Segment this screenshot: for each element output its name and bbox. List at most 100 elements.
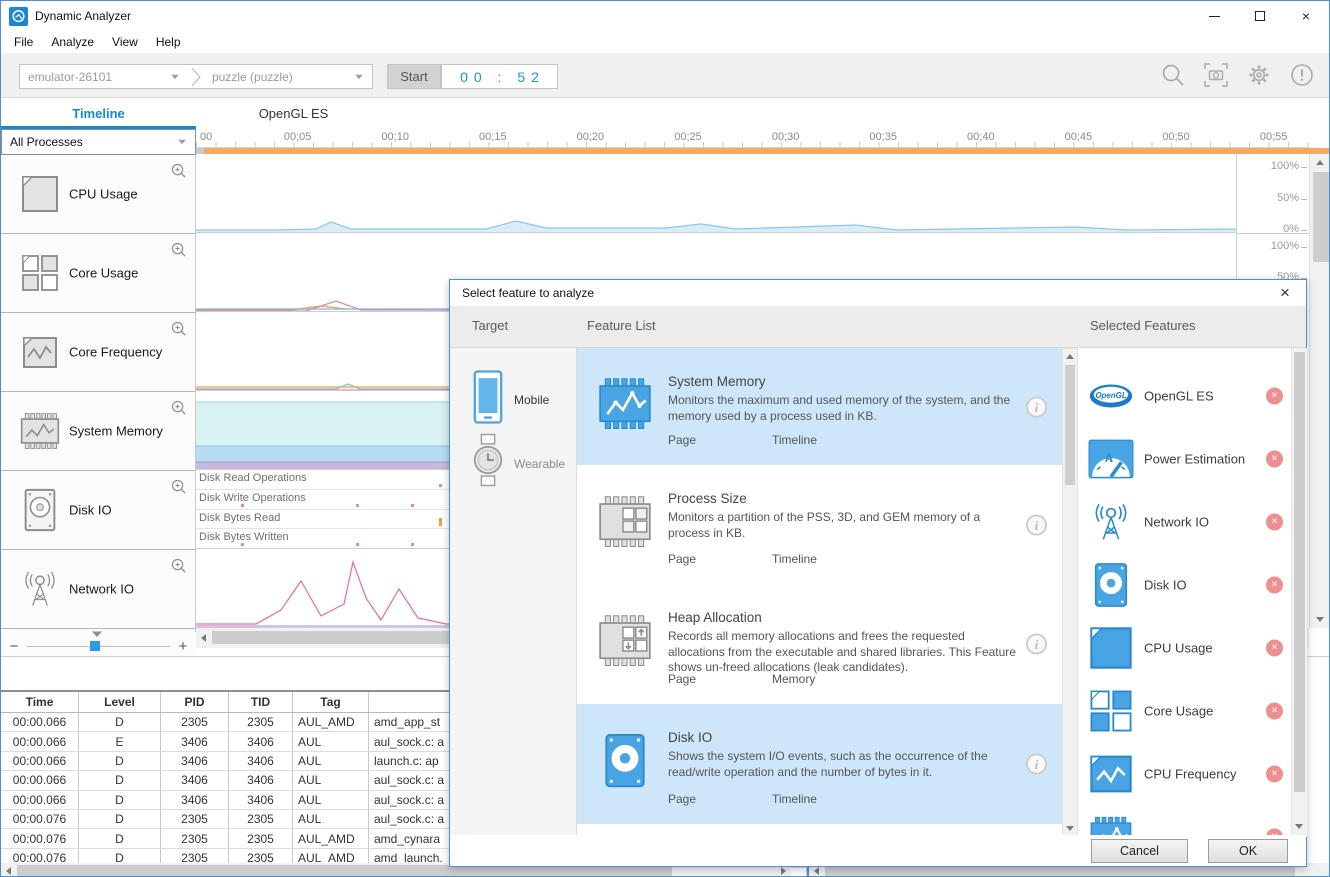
search-icon[interactable] [1160,62,1186,88]
dlog-cell: D [79,810,161,828]
target-selector-group: emulator-26101 puzzle (puzzle) [19,64,373,89]
close-button[interactable]: × [1283,1,1329,31]
selected-feature-label: Disk IO [1144,577,1187,592]
dlog-cell: AUL_AMD [293,713,369,731]
maximize-button[interactable] [1237,1,1283,31]
cancel-button[interactable]: Cancel [1091,839,1188,863]
zoom-in-icon[interactable] [170,320,187,337]
start-button[interactable]: Start [387,64,441,89]
disk-io-mark [411,543,414,546]
selected-feature-label: CPU Usage [1144,640,1213,655]
title-bar: Dynamic Analyzer × [1,1,1329,31]
settings-icon[interactable] [1246,62,1272,88]
zoom-in-icon[interactable] [170,241,187,258]
tab-opengl-es[interactable]: OpenGL ES [196,98,391,129]
scroll-down-icon[interactable] [1295,824,1303,829]
menu-item-analyze[interactable]: Analyze [42,33,103,51]
feature-item-disk-io[interactable]: Disk IOShows the system I/O events, such… [577,704,1062,824]
scrollbar-thumb[interactable] [1313,172,1329,262]
menu-item-file[interactable]: File [5,33,42,51]
sidebar-item-cpu-usage[interactable]: CPU Usage [1,155,196,234]
selected-feature-cpu-usage[interactable]: CPU Usage × [1078,616,1291,679]
dialog-footer: Cancel OK [450,835,1306,866]
target-item-mobile[interactable]: Mobile [450,368,577,432]
feature-item-system-memory[interactable]: System MemoryMonitors the maximum and us… [577,348,1062,465]
sidebar-item-disk-io[interactable]: Disk IO [1,471,196,550]
selected-feature-power-estimation[interactable]: APower Estimation× [1078,427,1291,490]
zoom-in-icon[interactable] [170,399,187,416]
ok-button[interactable]: OK [1208,839,1288,863]
device-select[interactable]: emulator-26101 [20,65,188,88]
sidebar-item-network-io[interactable]: Network IO [1,550,196,629]
disk-sub-row-label: Disk Bytes Read [199,512,280,524]
remove-icon[interactable]: × [1266,450,1283,467]
selected-feature-opengl-es[interactable]: OpenGLOpenGL ES× [1078,364,1291,427]
screenshot-icon[interactable] [1203,62,1229,88]
svg-text:i: i [1035,638,1039,652]
selected-feature-core-usage[interactable]: Core Usage× [1078,679,1291,742]
info-icon[interactable]: i [1025,513,1048,536]
zoom-in-icon[interactable] [170,557,187,574]
remove-icon[interactable]: × [1266,702,1283,719]
sidebar-item-core-usage[interactable]: Core Usage [1,234,196,313]
dialog-close-icon[interactable]: × [1274,282,1296,304]
feature-item-process-size[interactable]: Process SizeMonitors a partition of the … [577,465,1062,584]
minimize-button[interactable] [1191,1,1237,31]
about-icon[interactable] [1289,62,1315,88]
remove-icon[interactable]: × [1266,765,1283,782]
selected-feature-cpu-frequency[interactable]: CPU Frequency× [1078,742,1291,805]
scrollbar-thumb[interactable] [1294,352,1305,792]
feature-item-heap-allocation[interactable]: Heap AllocationRecords all memory alloca… [577,584,1062,704]
dlog-cell: 2305 [229,829,293,847]
scroll-left-icon[interactable] [814,867,819,875]
scrollbar-thumb[interactable] [1065,365,1075,485]
dlog-cell: 3406 [229,752,293,770]
dlog-cell: 2305 [161,810,229,828]
row-expander-icon[interactable] [90,630,104,638]
ruler-tick-label: 00;30 [772,131,800,143]
scroll-left-icon[interactable] [201,634,206,642]
remove-icon[interactable]: × [1266,576,1283,593]
menu-item-view[interactable]: View [103,33,147,51]
dlog-cell: 2305 [229,713,293,731]
tab-timeline[interactable]: Timeline [1,98,196,129]
zoom-slider-track[interactable] [27,646,170,647]
scroll-left-icon[interactable] [6,867,11,875]
scroll-right-icon[interactable] [781,867,786,875]
remove-icon[interactable]: × [1266,639,1283,656]
selected-feature-partial[interactable]: × [1078,805,1291,837]
application-select[interactable]: puzzle (puzzle) [204,65,372,88]
zoom-in-icon[interactable] [170,478,187,495]
selected-features-scrollbar[interactable] [1291,348,1307,837]
menu-item-help[interactable]: Help [147,33,190,51]
dlog-cell: 3406 [161,732,229,750]
scroll-up-icon[interactable] [1316,160,1324,165]
remove-icon[interactable]: × [1266,513,1283,530]
scroll-down-icon[interactable] [1316,617,1324,622]
svg-text:i: i [1035,518,1039,532]
time-ruler[interactable]: 0000;0500;1000;1500;2000;2500;3000;3500;… [196,129,1309,148]
zoom-slider-handle[interactable] [90,641,100,651]
zoom-in-icon[interactable] [170,162,187,179]
selected-feature-network-io[interactable]: Network IO× [1078,490,1291,553]
zoom-out-button[interactable]: − [1,638,27,655]
feature-list-scrollbar[interactable] [1062,348,1078,837]
scroll-up-icon[interactable] [1066,354,1074,359]
process-filter-select[interactable]: All Processes [1,129,196,155]
dlog-cell: 3406 [229,732,293,750]
row-separator [1237,233,1309,234]
sidebar-item-system-memory[interactable]: System Memory [1,392,196,471]
remove-icon[interactable]: × [1266,387,1283,404]
info-icon[interactable]: i [1025,753,1048,776]
dlog-cell: 3406 [161,771,229,789]
chart-label: Network IO [69,582,134,597]
charts-vertical-scrollbar[interactable] [1309,154,1330,628]
info-icon[interactable]: i [1025,633,1048,656]
dlog-cell: AUL [293,791,369,809]
target-item-wearable[interactable]: Wearable [450,432,577,496]
info-icon[interactable]: i [1025,395,1048,418]
sidebar-item-core-frequency[interactable]: Core Frequency [1,313,196,392]
zoom-in-button[interactable]: + [170,638,196,655]
scroll-down-icon[interactable] [1066,826,1074,831]
selected-feature-disk-io[interactable]: Disk IO × [1078,553,1291,616]
